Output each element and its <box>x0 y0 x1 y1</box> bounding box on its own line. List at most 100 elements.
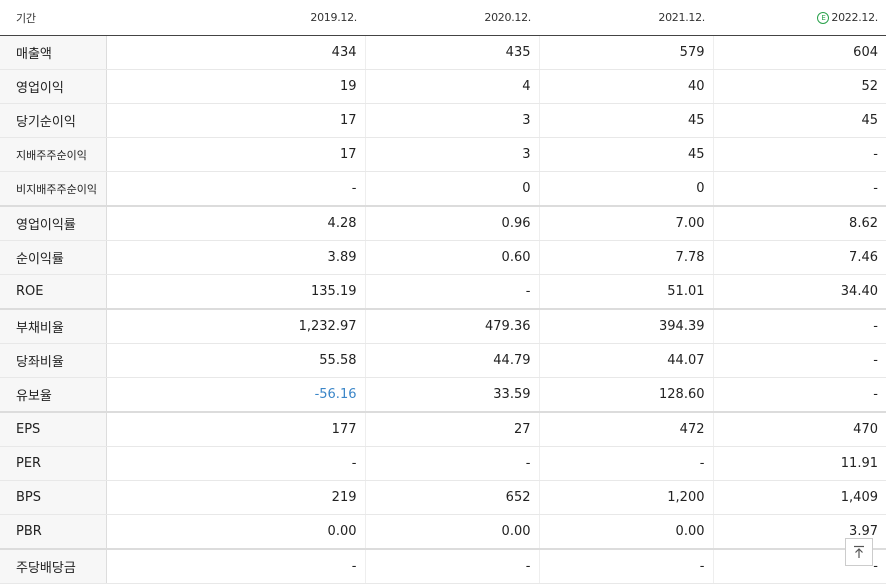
table-row: 영업이익률 4.28 0.96 7.00 8.62 <box>0 205 886 241</box>
table-row: 주당배당금 - - - - <box>0 548 886 584</box>
row-label: 비지배주주순이익 <box>0 171 107 207</box>
value-cell: - <box>712 343 886 378</box>
value-cell: 177 <box>105 411 365 447</box>
value-cell: 479.36 <box>364 308 539 344</box>
value-cell: 44.07 <box>538 343 713 378</box>
row-label: PER <box>0 446 107 481</box>
value-cell: 17 <box>105 137 365 172</box>
value-cell: - <box>105 446 365 481</box>
value-cell: 34.40 <box>712 274 886 310</box>
estimate-icon: E <box>817 12 830 24</box>
value-cell: - <box>364 446 539 481</box>
value-cell: - <box>105 548 365 584</box>
value-cell: 0.60 <box>364 240 539 275</box>
value-cell: 652 <box>364 480 539 515</box>
row-label: PBR <box>0 514 107 550</box>
value-cell: 45 <box>538 103 713 138</box>
value-cell: - <box>712 171 886 207</box>
scroll-to-top-button[interactable] <box>845 538 873 566</box>
value-cell: - <box>712 377 886 413</box>
table-row: PER - - -11.91 <box>0 446 886 481</box>
value-cell: - <box>538 446 713 481</box>
value-cell: 435 <box>364 35 539 70</box>
value-cell: 219 <box>105 480 365 515</box>
row-label: 영업이익 <box>0 69 107 104</box>
table-row: PBR 0.00 0.00 0.00 3.97 <box>0 514 886 550</box>
value-cell: -56.16 <box>105 377 365 413</box>
value-cell: 27 <box>364 411 539 447</box>
value-cell: - <box>538 548 713 584</box>
value-cell: 51.01 <box>538 274 713 310</box>
row-label: 지배주주순이익 <box>0 137 107 172</box>
table-row: 지배주주순이익 17 3 45- <box>0 137 886 172</box>
value-cell: 4 <box>364 69 539 104</box>
value-cell: - <box>364 274 539 310</box>
value-cell: - <box>364 548 539 584</box>
table-row: ROE 135.19-51.01 34.40 <box>0 274 886 310</box>
row-label: 당좌비율 <box>0 343 107 378</box>
table-row: 당기순이익 17 3 45 45 <box>0 103 886 138</box>
table-row: 비지배주주순이익 -0 0- <box>0 171 886 207</box>
col-header: 2021.12. <box>539 0 713 36</box>
value-cell: 135.19 <box>105 274 365 310</box>
row-label: EPS <box>0 411 107 447</box>
value-cell: 0.96 <box>364 205 539 241</box>
value-cell: 52 <box>712 69 886 104</box>
value-cell: 604 <box>712 35 886 70</box>
value-cell: 0 <box>364 171 539 207</box>
value-cell: 7.00 <box>538 205 713 241</box>
row-label: 영업이익률 <box>0 205 107 241</box>
col-header: 2019.12. <box>106 0 365 36</box>
table-header: 기간 2019.12. 2020.12. 2021.12. E 2022.12. <box>0 0 886 36</box>
value-cell: 4.28 <box>105 205 365 241</box>
period-header: 기간 <box>0 0 106 36</box>
row-label: 순이익률 <box>0 240 107 275</box>
table-body: 매출액 434 435 579 604 영업이익 19 4 40 52 당기순이익 17 3 45 45 지배… <box>0 35 886 584</box>
value-cell: 394.39 <box>538 308 713 344</box>
value-cell: 1,232.97 <box>105 308 365 344</box>
value-cell: 1,409 <box>712 480 886 515</box>
value-cell: 1,200 <box>538 480 713 515</box>
table-row: 부채비율 1,232.97 479.36 394.39- <box>0 308 886 344</box>
value-cell: 3 <box>364 103 539 138</box>
row-label: 당기순이익 <box>0 103 107 138</box>
row-label: BPS <box>0 480 107 515</box>
value-cell: 8.62 <box>712 205 886 241</box>
value-cell: 0.00 <box>364 514 539 550</box>
row-label: ROE <box>0 274 107 310</box>
table-row: 매출액 434 435 579 604 <box>0 35 886 70</box>
value-cell: 470 <box>712 411 886 447</box>
row-label: 매출액 <box>0 35 107 70</box>
value-cell: 0 <box>538 171 713 207</box>
value-cell: 0.00 <box>105 514 365 550</box>
value-cell: 19 <box>105 69 365 104</box>
value-cell: 11.91 <box>712 446 886 481</box>
value-cell: 55.58 <box>105 343 365 378</box>
value-cell: 3 <box>364 137 539 172</box>
value-cell: 7.46 <box>712 240 886 275</box>
financial-summary-table: 기간 2019.12. 2020.12. 2021.12. E 2022.12. … <box>0 0 886 584</box>
row-label: 유보율 <box>0 377 107 413</box>
table-row: 영업이익 19 4 40 52 <box>0 69 886 104</box>
value-cell: 128.60 <box>538 377 713 413</box>
col-header: E 2022.12. <box>713 0 886 36</box>
value-cell: 40 <box>538 69 713 104</box>
value-cell: 45 <box>712 103 886 138</box>
value-cell: 434 <box>105 35 365 70</box>
value-cell: 17 <box>105 103 365 138</box>
table-row: 당좌비율 55.58 44.79 44.07- <box>0 343 886 378</box>
value-cell: 3.89 <box>105 240 365 275</box>
value-cell: - <box>712 137 886 172</box>
value-cell: 44.79 <box>364 343 539 378</box>
value-cell: - <box>712 308 886 344</box>
arrow-up-to-top-icon <box>854 545 864 558</box>
table-row: 유보율 -56.16 33.59 128.60- <box>0 377 886 413</box>
value-cell: - <box>105 171 365 207</box>
table-row: BPS 219 652 1,200 1,409 <box>0 480 886 515</box>
value-cell: 579 <box>538 35 713 70</box>
value-cell: 45 <box>538 137 713 172</box>
row-label: 부채비율 <box>0 308 107 344</box>
value-cell: 0.00 <box>538 514 713 550</box>
value-cell: 472 <box>538 411 713 447</box>
value-cell: 33.59 <box>364 377 539 413</box>
